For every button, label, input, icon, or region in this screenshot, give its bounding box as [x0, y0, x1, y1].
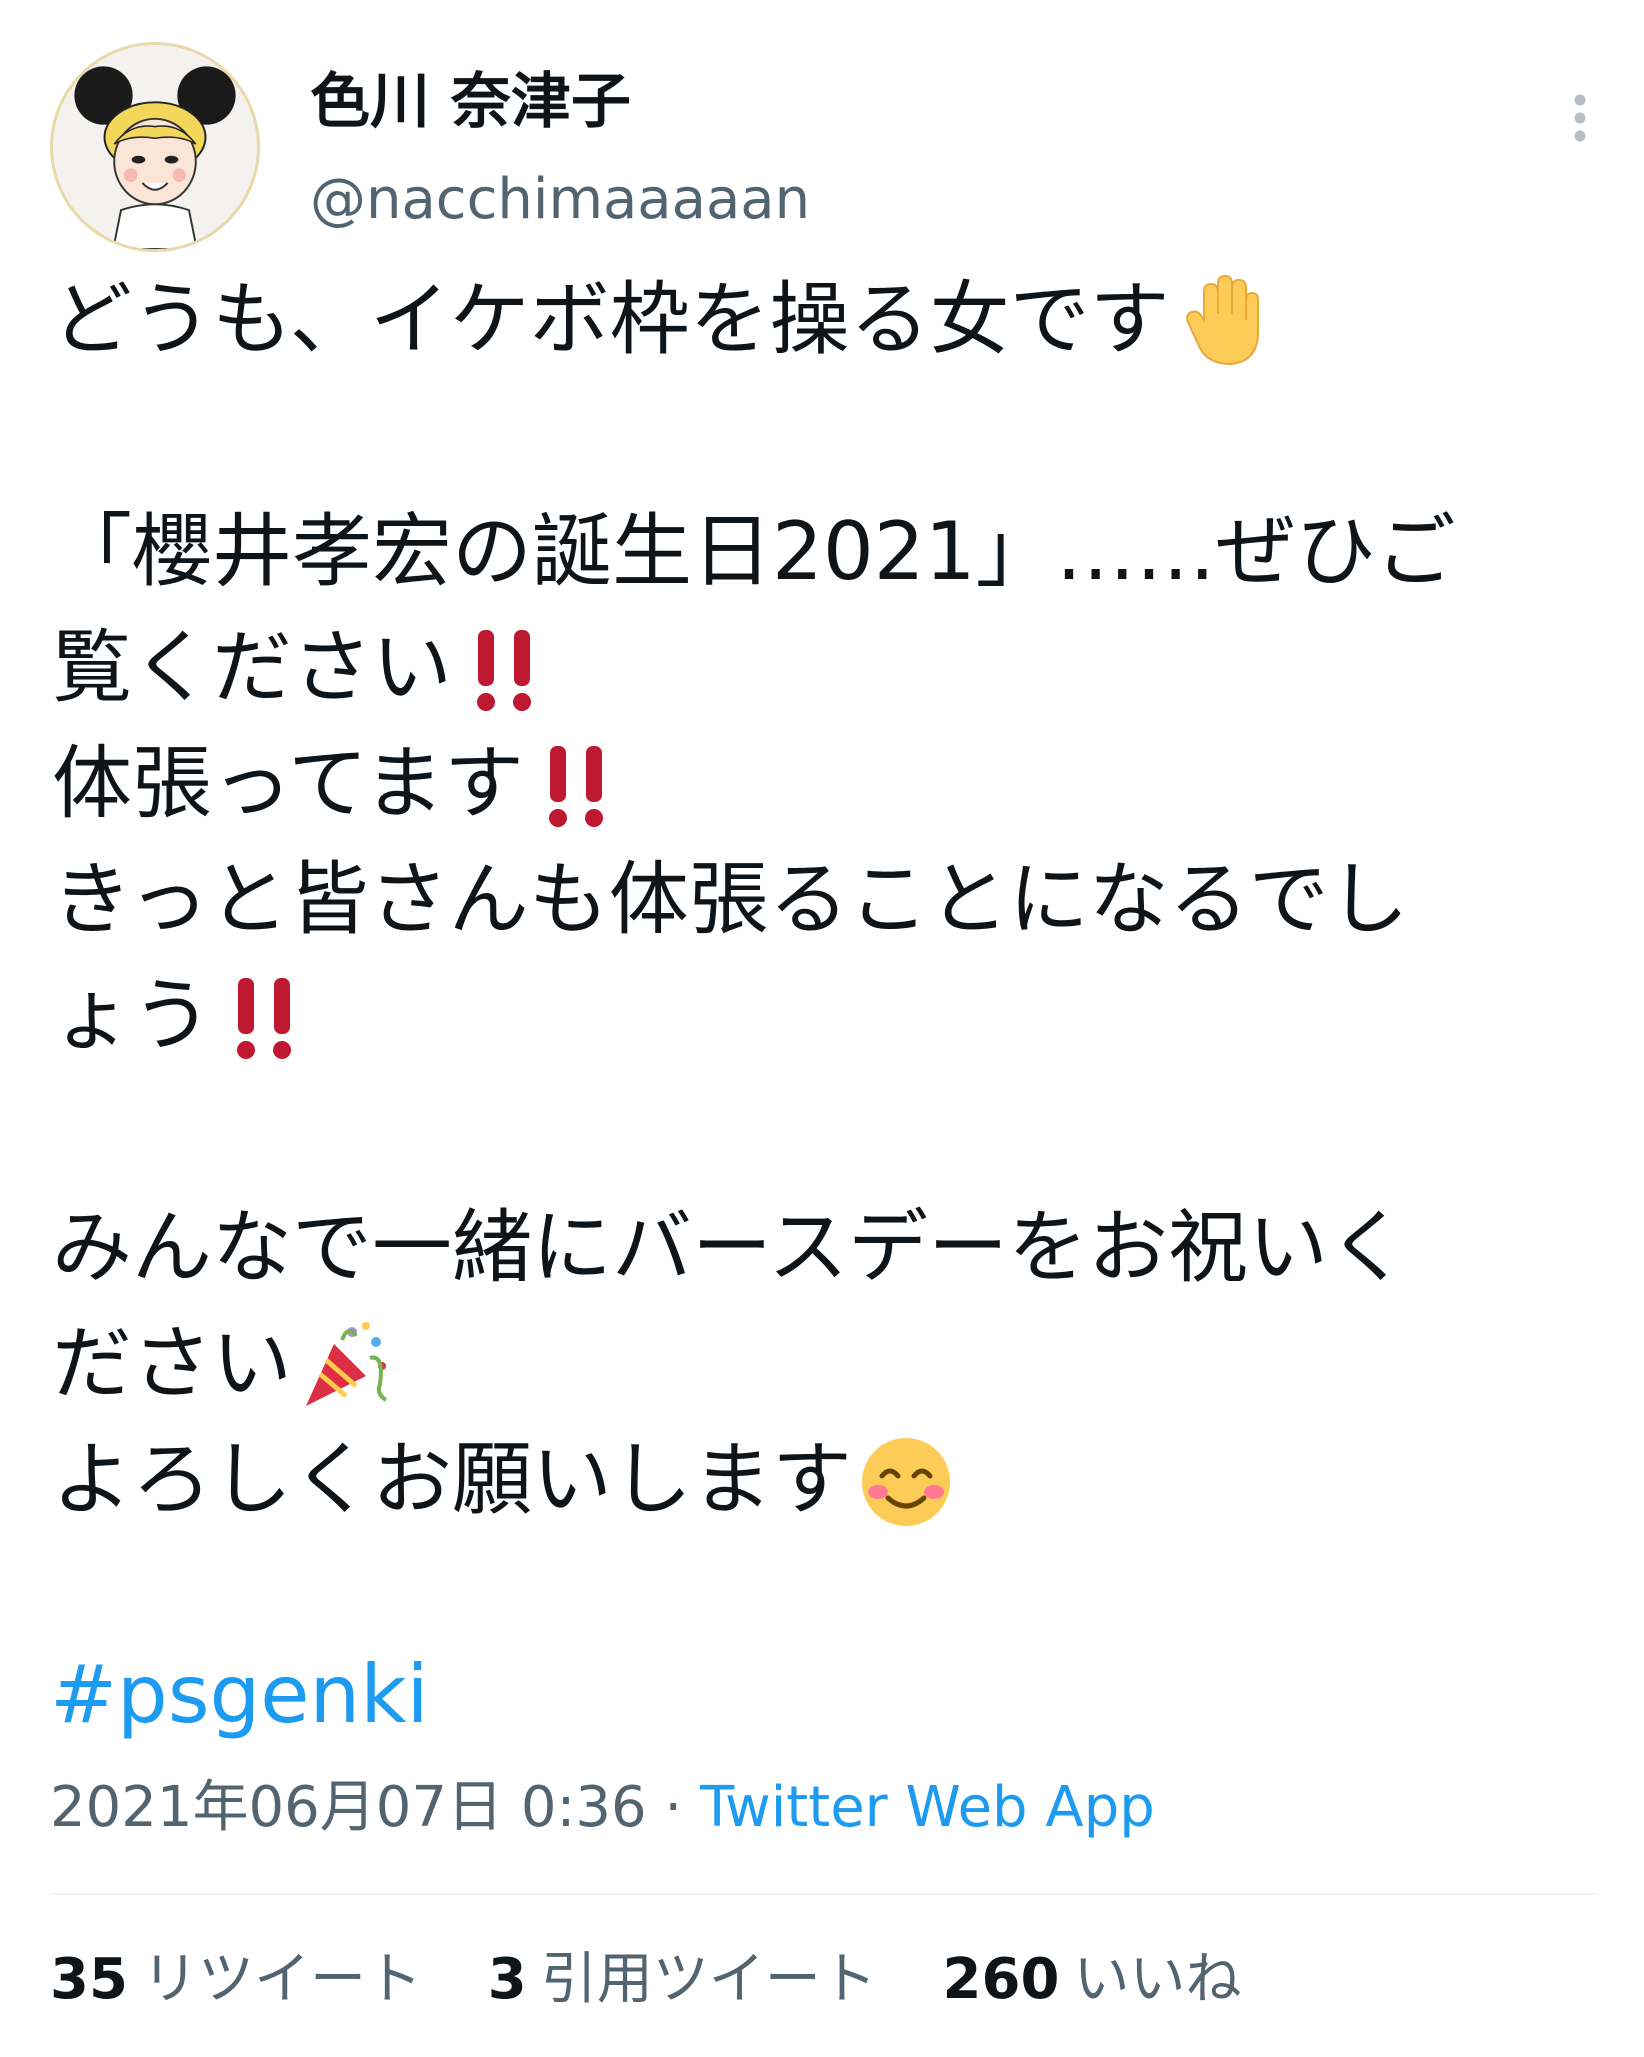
- quote-tweets-stat[interactable]: 3 引用ツイート: [488, 1940, 877, 2020]
- tweet-line-text: きっと皆さんも体張ることになるでし: [52, 853, 1409, 946]
- user-handle[interactable]: @nacchimaaaaan: [310, 160, 810, 240]
- tweet-line: ださい: [52, 1306, 1612, 1422]
- likes-label: いいね: [1073, 1947, 1242, 2012]
- quotes-count: 3: [487, 1947, 527, 2012]
- tweet-line: みんなで一緒にバースデーをお祝いく: [52, 1190, 1612, 1306]
- tweet-line: よろしくお願いします: [52, 1422, 1612, 1538]
- tweet-line: 覧ください: [52, 610, 1612, 726]
- party-popper-emoji-icon: [296, 1314, 396, 1414]
- tweet-card: 色川 奈津子 @nacchimaaaaan どうも、イケボ枠を操る女です 「櫻井…: [0, 0, 1644, 2057]
- smiling-face-emoji-icon: [856, 1430, 956, 1530]
- tweet-meta: 2021年06月07日 0:36 · Twitter Web App: [50, 1768, 1155, 1848]
- tweet-line-text: ょう: [52, 969, 212, 1062]
- timestamp[interactable]: 2021年06月07日 0:36: [50, 1775, 647, 1840]
- likes-stat[interactable]: 260 いいね: [943, 1940, 1242, 2020]
- cartoon-girl-mouse-ears-avatar-icon: [53, 45, 257, 249]
- tweet-line-text: よろしくお願いします: [52, 1433, 852, 1526]
- tweet-text: どうも、イケボ枠を操る女です 「櫻井孝宏の誕生日2021」……ぜひご 覧ください: [52, 262, 1612, 1538]
- tweet-line-text: 「櫻井孝宏の誕生日2021」……ぜひご: [52, 505, 1456, 598]
- tweet-line-text: ださい: [52, 1317, 292, 1410]
- more-options-button[interactable]: [1550, 78, 1610, 158]
- tweet-line-text: みんなで一緒にバースデーをお祝いく: [52, 1201, 1408, 1294]
- tweet-line-text: どうも、イケボ枠を操る女です: [52, 273, 1170, 366]
- tweet-line-text: 体張ってます: [52, 737, 524, 830]
- source-app-link[interactable]: Twitter Web App: [700, 1775, 1155, 1840]
- more-vertical-icon: [1574, 94, 1586, 142]
- likes-count: 260: [942, 1947, 1060, 2012]
- quotes-label: 引用ツイート: [540, 1947, 877, 2012]
- tweet-line: どうも、イケボ枠を操る女です: [52, 262, 1612, 378]
- avatar[interactable]: [50, 42, 260, 252]
- retweets-count: 35: [50, 1947, 128, 2012]
- tweet-header: 色川 奈津子 @nacchimaaaaan: [50, 42, 1610, 257]
- double-exclamation-emoji-icon: [528, 734, 628, 834]
- meta-separator: ·: [646, 1775, 700, 1840]
- retweets-label: リツイート: [141, 1947, 422, 2012]
- tweet-line: 体張ってます: [52, 726, 1612, 842]
- double-exclamation-emoji-icon: [216, 966, 316, 1066]
- tweet-line: ょう: [52, 958, 1612, 1074]
- tweet-stats: 35 リツイート 3 引用ツイート 260 いいね: [50, 1940, 1289, 2020]
- divider: [50, 1893, 1598, 1895]
- double-exclamation-emoji-icon: [456, 618, 556, 718]
- tweet-line-text: 覧ください: [52, 621, 452, 714]
- raised-hand-emoji-icon: [1174, 270, 1274, 370]
- retweets-stat[interactable]: 35 リツイート: [50, 1940, 422, 2020]
- tweet-line: きっと皆さんも体張ることになるでし: [52, 842, 1612, 958]
- display-name[interactable]: 色川 奈津子: [310, 62, 631, 142]
- tweet-line: 「櫻井孝宏の誕生日2021」……ぜひご: [52, 494, 1612, 610]
- hashtag-link[interactable]: #psgenki: [50, 1640, 429, 1750]
